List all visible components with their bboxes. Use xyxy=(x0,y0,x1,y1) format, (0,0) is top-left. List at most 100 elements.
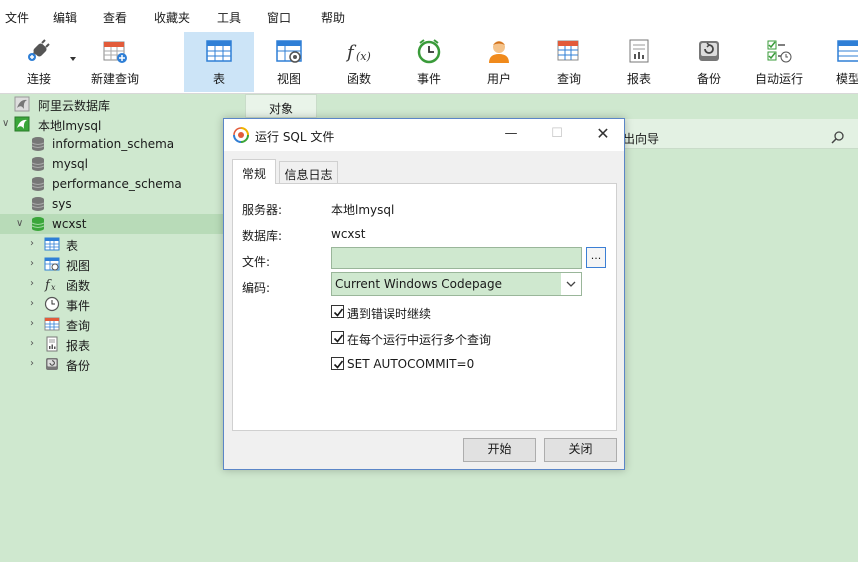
backup-tool-label: 备份 xyxy=(696,72,721,86)
chevron-right-icon[interactable]: › xyxy=(30,299,40,309)
run-sql-file-dialog: 运行 SQL 文件 — ☐ ✕ 常规 信息日志 服务器: 本地lmysql 数据… xyxy=(223,118,625,470)
tab-objects[interactable]: 对象 xyxy=(245,94,317,118)
tab-general[interactable]: 常规 xyxy=(232,159,276,184)
checkbox-label: 在每个运行中运行多个查询 xyxy=(347,333,492,347)
table-icon xyxy=(206,40,232,62)
tree-label: 备份 xyxy=(66,359,91,373)
tree-label: wcxst xyxy=(52,217,87,231)
browse-file-button[interactable]: ... xyxy=(586,247,606,268)
dialog-titlebar: 运行 SQL 文件 — ☐ ✕ xyxy=(224,119,624,151)
tree-label: information_schema xyxy=(52,137,175,151)
checkbox-box[interactable] xyxy=(331,331,344,344)
tree-node-tables[interactable]: › 表 xyxy=(0,234,245,254)
search-icon[interactable] xyxy=(831,130,845,144)
function-tool-button[interactable]: f (x) 函数 xyxy=(326,32,392,92)
checkbox-label: SET AUTOCOMMIT=0 xyxy=(347,357,475,371)
automation-icon xyxy=(767,40,792,63)
model-icon xyxy=(837,40,858,62)
automation-tool-button[interactable]: 自动运行 xyxy=(746,32,812,92)
table-tool-button[interactable]: 表 xyxy=(184,32,254,92)
tree-node-events[interactable]: › 事件 xyxy=(0,294,245,314)
user-tool-button[interactable]: 用户 xyxy=(466,32,532,92)
chevron-down-icon[interactable]: ∨ xyxy=(2,119,12,129)
checkbox-box[interactable] xyxy=(331,305,344,318)
view-tool-button[interactable]: 视图 xyxy=(256,32,322,92)
connect-dropdown-arrow-icon[interactable] xyxy=(70,57,76,61)
chevron-down-icon[interactable]: ∨ xyxy=(16,219,26,229)
dialog-title: 运行 SQL 文件 xyxy=(255,130,335,144)
database-icon xyxy=(31,137,45,151)
connect-button[interactable]: 连接 xyxy=(10,32,68,92)
tree-label: 阿里云数据库 xyxy=(38,99,111,113)
query-icon xyxy=(44,317,60,331)
database-icon xyxy=(31,157,45,171)
tree-connection-local[interactable]: ∨ 本地lmysql xyxy=(0,114,245,134)
menu-view[interactable]: 查看 xyxy=(103,9,127,26)
function-tool-label: 函数 xyxy=(346,72,371,86)
chevron-right-icon[interactable]: › xyxy=(30,259,40,269)
clock-icon xyxy=(44,296,60,312)
backup-tool-button[interactable]: 备份 xyxy=(676,32,742,92)
chevron-right-icon[interactable]: › xyxy=(30,339,40,349)
tree-label: mysql xyxy=(52,157,88,171)
query-tool-label: 查询 xyxy=(556,72,581,86)
close-icon[interactable]: ✕ xyxy=(580,119,626,151)
checkbox-box[interactable] xyxy=(331,357,344,370)
start-button[interactable]: 开始 xyxy=(463,438,536,462)
toolbar: 连接 新建查询 表 视图 f (x) 函数 事件 用户 查询 报表 备份 自动运… xyxy=(0,32,858,94)
tree-db-wcxst[interactable]: ∨ wcxst xyxy=(0,214,245,234)
automation-tool-label: 自动运行 xyxy=(754,72,803,86)
view-icon xyxy=(44,257,60,271)
tree-label: 表 xyxy=(66,239,79,253)
tree-node-reports[interactable]: › 报表 xyxy=(0,334,245,354)
export-wizard-label[interactable]: 出向导 xyxy=(623,130,659,147)
minimize-icon[interactable]: — xyxy=(488,119,534,151)
close-button[interactable]: 关闭 xyxy=(544,438,617,462)
user-tool-label: 用户 xyxy=(486,72,511,86)
tab-info-log[interactable]: 信息日志 xyxy=(279,161,338,183)
tree-label: 函数 xyxy=(66,279,91,293)
chevron-right-icon[interactable]: › xyxy=(30,279,40,289)
checkbox-label: 遇到错误时继续 xyxy=(347,307,432,321)
tree-connection-aliyun[interactable]: 阿里云数据库 xyxy=(0,94,245,114)
menu-help[interactable]: 帮助 xyxy=(321,9,345,26)
chevron-down-icon[interactable] xyxy=(561,273,581,295)
tree-node-backups[interactable]: › 备份 xyxy=(0,354,245,374)
menu-file[interactable]: 文件 xyxy=(5,9,29,26)
menu-favorites[interactable]: 收藏夹 xyxy=(154,9,190,26)
tree-db-information-schema[interactable]: information_schema xyxy=(0,134,245,154)
tree-db-mysql[interactable]: mysql xyxy=(0,154,245,174)
event-tool-button[interactable]: 事件 xyxy=(396,32,462,92)
tree-node-views[interactable]: › 视图 xyxy=(0,254,245,274)
database-icon xyxy=(31,217,45,231)
tree-node-functions[interactable]: › f x 函数 xyxy=(0,274,245,294)
svg-text:x: x xyxy=(51,283,56,292)
chevron-right-icon[interactable]: › xyxy=(30,359,40,369)
query-tool-button[interactable]: 查询 xyxy=(536,32,602,92)
report-tool-button[interactable]: 报表 xyxy=(606,32,672,92)
new-query-icon xyxy=(103,41,127,63)
tree-label: sys xyxy=(52,197,72,211)
model-tool-button[interactable]: 模型 xyxy=(822,32,858,92)
tree-db-sys[interactable]: sys xyxy=(0,194,245,214)
menu-edit[interactable]: 编辑 xyxy=(53,9,77,26)
encoding-selected-value: Current Windows Codepage xyxy=(335,277,502,291)
file-path-input[interactable] xyxy=(331,247,582,269)
server-label: 服务器: xyxy=(242,203,283,217)
function-icon: f (x) xyxy=(345,42,371,63)
menu-window[interactable]: 窗口 xyxy=(267,9,291,26)
menu-tools[interactable]: 工具 xyxy=(217,9,241,26)
backup-icon xyxy=(699,41,719,61)
server-value: 本地lmysql xyxy=(331,203,395,217)
encoding-select[interactable]: Current Windows Codepage xyxy=(331,272,582,296)
chevron-right-icon[interactable]: › xyxy=(30,319,40,329)
database-label: 数据库: xyxy=(242,229,283,243)
tree-db-performance-schema[interactable]: performance_schema xyxy=(0,174,245,194)
database-icon xyxy=(31,177,45,191)
chevron-right-icon[interactable]: › xyxy=(30,239,40,249)
view-icon xyxy=(276,40,302,63)
checkmark-icon xyxy=(333,334,344,343)
new-query-button[interactable]: 新建查询 xyxy=(84,32,146,92)
table-tool-label: 表 xyxy=(212,72,225,86)
tree-node-queries[interactable]: › 查询 xyxy=(0,314,245,334)
